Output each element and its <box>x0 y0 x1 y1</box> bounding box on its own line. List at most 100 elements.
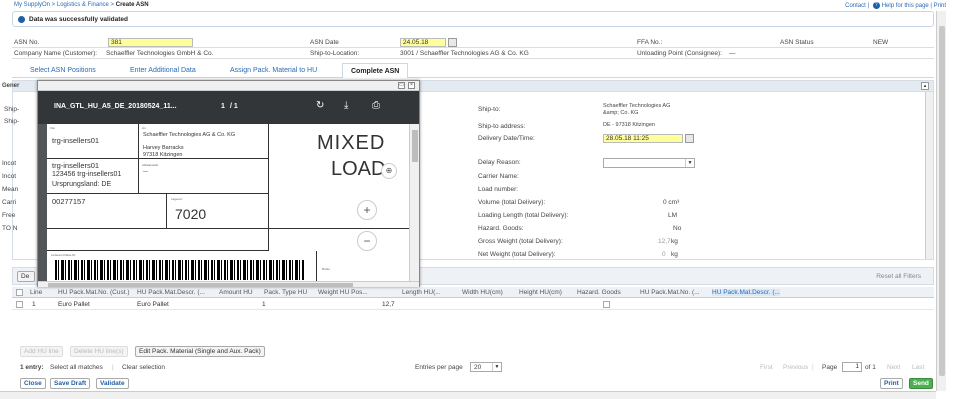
print-link[interactable]: Print <box>934 3 946 9</box>
viewer-hscrollbar-thumb[interactable] <box>48 283 353 287</box>
col-hu-matno-cust[interactable]: HU Pack.Mat.No. (Cust.) <box>58 289 130 296</box>
col-hu-matno[interactable]: HU Pack.Mat.No. (... <box>640 289 700 296</box>
col-width[interactable]: Width HU(cm) <box>462 289 503 296</box>
entries-per-page-value: 20 <box>474 364 482 371</box>
reset-filters-link[interactable]: Reset all Filters <box>876 273 921 280</box>
restore-icon[interactable]: ▭ <box>398 82 405 89</box>
help-icon[interactable]: ? <box>872 2 880 9</box>
details-button[interactable]: De <box>17 271 35 282</box>
delete-hu-line-button[interactable]: Delete HU line(s) <box>70 346 128 357</box>
label-lagerort: 7020 <box>175 206 207 222</box>
viewer-scrollbar[interactable] <box>409 124 419 281</box>
label-from-cell: Von trg-insellers01 <box>47 124 139 159</box>
download-icon[interactable]: ⤓ <box>344 100 348 111</box>
row-amount: 1 <box>262 301 266 308</box>
delivery-field[interactable]: 28.05.18 11:25 <box>603 134 683 143</box>
col-pack-type[interactable]: Pack. Type HU <box>264 289 307 296</box>
asn-no-field[interactable]: 381 <box>108 38 193 47</box>
label-number: 00277157 <box>52 197 86 206</box>
breadcrumb-home[interactable]: My SupplyOn <box>14 2 50 8</box>
asn-date-field[interactable]: 24.05.18 <box>400 38 446 47</box>
last-page-link[interactable]: Last <box>912 364 924 371</box>
calendar-icon[interactable] <box>448 38 457 47</box>
breadcrumb-current: Create ASN <box>115 2 149 8</box>
net-unit: kg <box>671 251 678 258</box>
left-label-incot2: Incot <box>2 173 17 180</box>
breadcrumb-section[interactable]: Logistics & Finance <box>57 2 109 8</box>
printer-icon[interactable]: ⎙ <box>372 100 380 111</box>
left-label-ship2: Ship- <box>4 118 20 125</box>
delay-reason-select[interactable]: ▼ <box>603 158 695 168</box>
previous-page-link[interactable]: Previous <box>783 364 808 371</box>
edit-pack-material-button[interactable]: Edit Pack. Material (Single and Aux. Pac… <box>135 346 265 357</box>
tab-assign-pack-material[interactable]: Assign Pack. Material to HU <box>230 67 317 74</box>
col-weight[interactable]: Weight HU Pos... <box>318 289 368 296</box>
col-hu-descr-2[interactable]: HU Pack.Mat.Descr. (... <box>712 289 780 296</box>
select-all-link[interactable]: Select all matches <box>50 364 103 371</box>
page-scrollbar-thumb[interactable] <box>939 26 945 376</box>
label-number-cell: 00277157 <box>47 194 167 229</box>
calendar-icon[interactable] <box>685 134 694 143</box>
length-value: LM <box>668 212 678 219</box>
help-link[interactable]: Help for this page <box>882 3 929 9</box>
tab-bar: Select ASN Positions Enter Additional Da… <box>12 63 934 78</box>
entries-per-page-select[interactable]: 20 ▼ <box>470 362 502 372</box>
label-supplier-2: trg-insellers01 <box>52 161 100 170</box>
col-hu-descr[interactable]: HU Pack.Mat.Descr. (... <box>137 289 205 296</box>
top-bar: My SupplyOn > Logistics & Finance > Crea… <box>0 0 948 9</box>
col-height[interactable]: Height HU(cm) <box>519 289 562 296</box>
separator: | <box>812 364 814 371</box>
ship-to-address-value[interactable]: DE - 97318 Kitzingen <box>603 122 655 128</box>
tab-select-asn-positions[interactable]: Select ASN Positions <box>30 67 96 74</box>
col-length[interactable]: Length HU(... <box>402 289 441 296</box>
page-scrollbar[interactable] <box>936 11 946 391</box>
label-empty-cell-2: − <box>269 229 409 251</box>
asn-status-value: NEW <box>873 39 889 46</box>
print-button[interactable]: Print <box>880 378 903 389</box>
label-empty-cell: + <box>269 194 409 229</box>
label-an: An <box>142 126 146 130</box>
zoom-out-button[interactable]: − <box>357 231 377 251</box>
contact-link[interactable]: Contact <box>845 3 866 9</box>
shipto-location-label: Ship-to-Location: <box>310 50 360 57</box>
first-page-link[interactable]: First <box>760 364 773 371</box>
col-amount-hu[interactable]: Amount HU <box>219 289 253 296</box>
viewer-hscrollbar[interactable] <box>38 281 419 287</box>
viewer-document-area[interactable]: Von trg-insellers01 An Schaeffler Techno… <box>38 124 419 281</box>
zoom-in-button[interactable]: + <box>357 200 377 220</box>
hazard-value: No <box>673 225 682 232</box>
collapse-icon[interactable]: ▴ <box>921 82 929 90</box>
clear-selection-link[interactable]: Clear selection <box>122 364 165 371</box>
send-button[interactable]: Send <box>909 378 933 389</box>
row-checkbox[interactable] <box>16 301 23 308</box>
rotate-icon[interactable]: ↻ <box>316 100 324 111</box>
close-button[interactable]: Close <box>20 378 46 389</box>
close-icon[interactable]: × <box>408 82 415 89</box>
validate-button[interactable]: Validate <box>96 378 129 389</box>
next-page-link[interactable]: Next <box>887 364 900 371</box>
viewer-scrollbar-thumb[interactable] <box>412 130 418 162</box>
viewer-pages: / 1 <box>230 103 238 110</box>
left-label-incot1: Incot <box>2 160 17 167</box>
panel-scrollbar[interactable] <box>925 92 933 259</box>
entries-per-page-label: Entries per page <box>415 364 463 371</box>
page-input[interactable]: 1 <box>842 362 862 372</box>
load-label: Load number: <box>478 186 519 193</box>
tab-enter-additional-data[interactable]: Enter Additional Data <box>130 67 196 74</box>
table-row[interactable]: 1 Euro Pallet Euro Pallet 1 12,7 <box>12 299 934 310</box>
row-hazard-checkbox[interactable] <box>603 301 610 308</box>
label-brutto: Brutto <box>322 267 331 271</box>
label-address-cell: Harvey Barracks 97318 Kitzingen Abladest… <box>139 145 269 194</box>
fit-page-icon[interactable]: ⊕ <box>381 163 397 179</box>
chevron-down-icon[interactable]: ▼ <box>492 363 501 371</box>
col-line[interactable]: Line <box>30 289 42 296</box>
select-all-checkbox[interactable] <box>16 289 23 296</box>
add-hu-line-button[interactable]: Add HU line <box>20 346 63 357</box>
tab-complete-asn[interactable]: Complete ASN <box>342 63 409 78</box>
save-draft-button[interactable]: Save Draft <box>50 378 91 389</box>
chevron-down-icon[interactable]: ▼ <box>685 159 694 167</box>
label-sender-cell: trg-insellers01 123456 trg-insellers01 U… <box>47 159 139 194</box>
page-hscrollbar[interactable] <box>0 391 936 399</box>
asn-date-label: ASN Date <box>310 39 339 46</box>
col-hazard[interactable]: Hazard. Goods <box>577 289 621 296</box>
